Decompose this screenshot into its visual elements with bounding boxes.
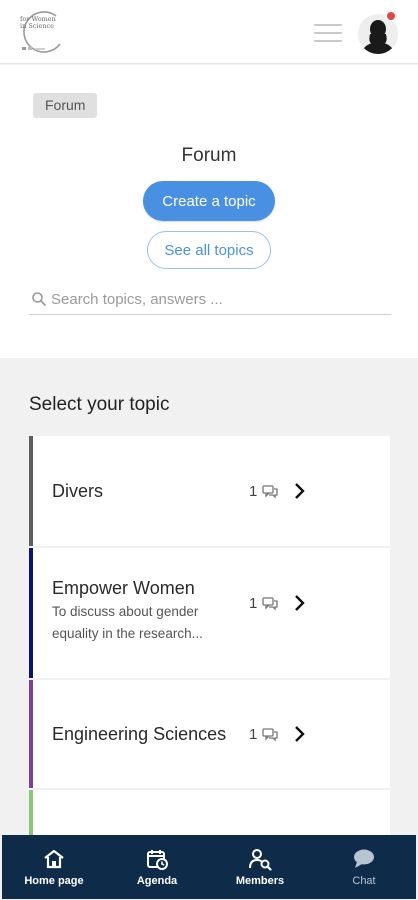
page-title: Forum	[181, 145, 237, 166]
home-icon	[44, 849, 64, 869]
replies-icon	[262, 485, 278, 499]
topic-description: To discuss about gender equality in the …	[52, 604, 203, 641]
members-search-icon	[249, 849, 272, 871]
search-icon	[32, 292, 46, 306]
breadcrumb[interactable]: Forum	[33, 93, 98, 118]
nav-label: Home page	[24, 875, 84, 887]
app-header: for Women in Science	[0, 0, 418, 64]
notification-badge	[385, 10, 397, 22]
topic-color-bar	[29, 548, 33, 678]
section-title: Select your topic	[29, 394, 170, 415]
search-input[interactable]	[51, 287, 381, 311]
topic-item-partial[interactable]	[29, 790, 390, 838]
replies-icon	[262, 597, 278, 611]
nav-label: Chat	[352, 875, 376, 887]
create-topic-button[interactable]: Create a topic	[143, 181, 275, 221]
nav-agenda[interactable]: Agenda	[117, 835, 197, 899]
search-bar	[29, 285, 391, 315]
chat-icon	[354, 849, 374, 868]
chevron-right-icon	[295, 483, 305, 499]
topic-name: Divers	[52, 481, 104, 501]
see-all-topics-button[interactable]: See all topics	[147, 231, 271, 269]
topic-item-empower-women[interactable]: Empower Women To discuss about gender eq…	[29, 548, 390, 678]
topic-name: Engineering Sciences	[52, 724, 227, 744]
topic-name: Empower Women	[52, 578, 195, 598]
topic-color-bar	[29, 680, 33, 788]
hamburger-menu-icon[interactable]	[314, 20, 344, 46]
topic-item-divers[interactable]: Divers 1	[29, 436, 390, 546]
nav-chat[interactable]: Chat	[324, 835, 404, 899]
nav-label: Members	[235, 875, 285, 887]
topic-item-engineering-sciences[interactable]: Engineering Sciences 1	[29, 680, 390, 788]
forum-header-card: Forum Forum Create a topic See all topic…	[0, 65, 418, 358]
chevron-right-icon	[295, 726, 305, 742]
replies-icon	[262, 728, 278, 742]
topic-reply-count: 1	[249, 483, 258, 500]
topic-color-bar	[29, 436, 33, 546]
chevron-right-icon	[295, 595, 305, 611]
topic-color-bar	[29, 790, 33, 838]
nav-home-page[interactable]: Home page	[14, 835, 94, 899]
nav-members[interactable]: Members	[220, 835, 300, 899]
calendar-icon	[147, 850, 168, 870]
nav-label: Agenda	[136, 875, 178, 887]
bottom-navigation: Home page Agenda Members Chat	[2, 835, 416, 899]
topic-reply-count: 1	[249, 595, 258, 612]
logo-text: for Women in Science	[20, 15, 56, 30]
topic-reply-count: 1	[249, 726, 258, 743]
